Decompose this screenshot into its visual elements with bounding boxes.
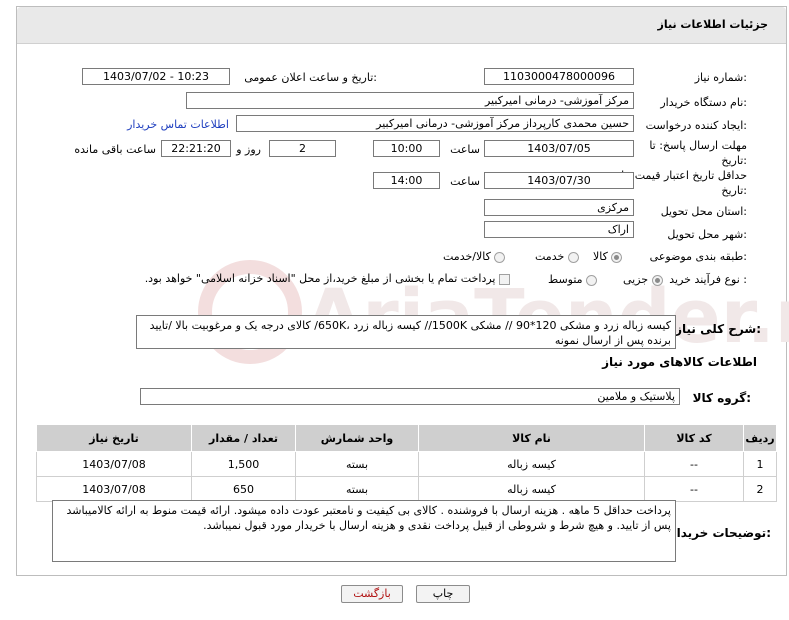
cell-unit: بسته — [295, 476, 419, 502]
table-header-row: ردیف کد کالا نام کالا واحد شمارش تعداد /… — [36, 424, 777, 452]
col-code: کد کالا — [644, 424, 744, 452]
days-field: 2 — [269, 140, 336, 157]
summary-text: کیسه زباله زرد و مشکی 120*90 // مشکی 150… — [136, 315, 676, 349]
days-label: روز و — [236, 143, 261, 156]
announce-field: 1403/07/02 - 10:23 — [82, 68, 230, 85]
process-option-medium[interactable]: متوسط — [548, 273, 598, 286]
col-row: ردیف — [743, 424, 777, 452]
cell-code: -- — [644, 451, 744, 477]
page-title: جزئیات اطلاعات نیاز — [657, 18, 769, 31]
validity-time-label: ساعت — [450, 175, 480, 188]
category-option-goods[interactable]: کالا — [593, 250, 623, 263]
category-option-goods-service[interactable]: کالا/خدمت — [443, 250, 506, 263]
table-row: 2 -- کیسه زباله بسته 650 1403/07/08 — [36, 476, 777, 502]
validity-date-field: 1403/07/30 — [484, 172, 634, 189]
cell-name: کیسه زباله — [418, 451, 645, 477]
table-row: 1 -- کیسه زباله بسته 1,500 1403/07/08 — [36, 451, 777, 477]
deadline-date-field: 1403/07/05 — [484, 140, 634, 157]
creator-label: ایجاد کننده درخواست: — [645, 119, 747, 132]
need-number-field: 1103000478000096 — [484, 68, 634, 85]
cell-qty: 650 — [191, 476, 296, 502]
goods-section-title: اطلاعات کالاهای مورد نیاز — [602, 355, 757, 369]
cell-qty: 1,500 — [191, 451, 296, 477]
deadline-label: مهلت ارسال پاسخ: تا تاریخ: — [649, 139, 747, 167]
radio-minor[interactable] — [651, 274, 663, 286]
radio-goods-service[interactable] — [494, 251, 506, 263]
category-label: طبقه بندی موضوعی: — [649, 250, 747, 263]
radio-medium[interactable] — [586, 274, 598, 286]
cell-code: -- — [644, 476, 744, 502]
cell-row: 2 — [743, 476, 777, 502]
cell-unit: بسته — [295, 451, 419, 477]
col-date: تاریخ نیاز — [36, 424, 192, 452]
remaining-time-field: 22:21:20 — [161, 140, 231, 157]
process-option-minor[interactable]: جزیی — [623, 273, 663, 286]
print-button[interactable]: چاپ — [416, 585, 470, 603]
payment-note[interactable]: پرداخت تمام یا بخشی از مبلغ خرید،از محل … — [100, 272, 510, 285]
goods-group-field: پلاستیک و ملامین — [140, 388, 680, 405]
radio-service[interactable] — [567, 251, 579, 263]
buyer-org-label: نام دستگاه خریدار: — [660, 96, 747, 109]
deadline-time-label: ساعت — [450, 143, 480, 156]
panel-header: جزئیات اطلاعات نیاز — [17, 7, 786, 44]
summary-label: شرح کلی نیاز: — [675, 322, 761, 336]
goods-group-label: گروه کالا: — [692, 391, 751, 405]
need-number-label: شماره نیاز: — [694, 71, 747, 84]
col-qty: تعداد / مقدار — [191, 424, 296, 452]
city-label: شهر محل تحویل: — [667, 228, 747, 241]
buyer-notes-label: توضیحات خریدار: — [669, 526, 771, 540]
back-button[interactable]: بازگشت — [341, 585, 403, 603]
col-unit: واحد شمارش — [295, 424, 419, 452]
buyer-notes-text: پرداخت حداقل 5 ماهه . هزینه ارسال با فرو… — [52, 500, 676, 562]
city-field: اراک — [484, 221, 634, 238]
creator-field: حسین محمدی کارپرداز مرکز آموزشی- درمانی … — [236, 115, 634, 132]
payment-checkbox[interactable] — [499, 273, 510, 285]
validity-label: حداقل تاریخ اعتبار قیمت: تا تاریخ: — [621, 169, 747, 197]
cell-row: 1 — [743, 451, 777, 477]
radio-goods[interactable] — [611, 251, 623, 263]
category-option-service[interactable]: خدمت — [535, 250, 579, 263]
cell-date: 1403/07/08 — [36, 451, 192, 477]
validity-time-field: 14:00 — [373, 172, 440, 189]
col-name: نام کالا — [418, 424, 645, 452]
buyer-org-field: مرکز آموزشی- درمانی امیرکبیر — [186, 92, 634, 109]
process-label: نوع فرآیند خرید : — [669, 273, 747, 286]
province-label: استان محل تحویل: — [660, 205, 747, 218]
buyer-contact-link[interactable]: اطلاعات تماس خریدار — [127, 118, 229, 131]
cell-name: کیسه زباله — [418, 476, 645, 502]
announce-label: تاریخ و ساعت اعلان عمومی: — [244, 71, 377, 84]
cell-date: 1403/07/08 — [36, 476, 192, 502]
remaining-label: ساعت باقی مانده — [74, 143, 156, 156]
province-field: مرکزی — [484, 199, 634, 216]
deadline-time-field: 10:00 — [373, 140, 440, 157]
items-table: ردیف کد کالا نام کالا واحد شمارش تعداد /… — [36, 424, 777, 502]
